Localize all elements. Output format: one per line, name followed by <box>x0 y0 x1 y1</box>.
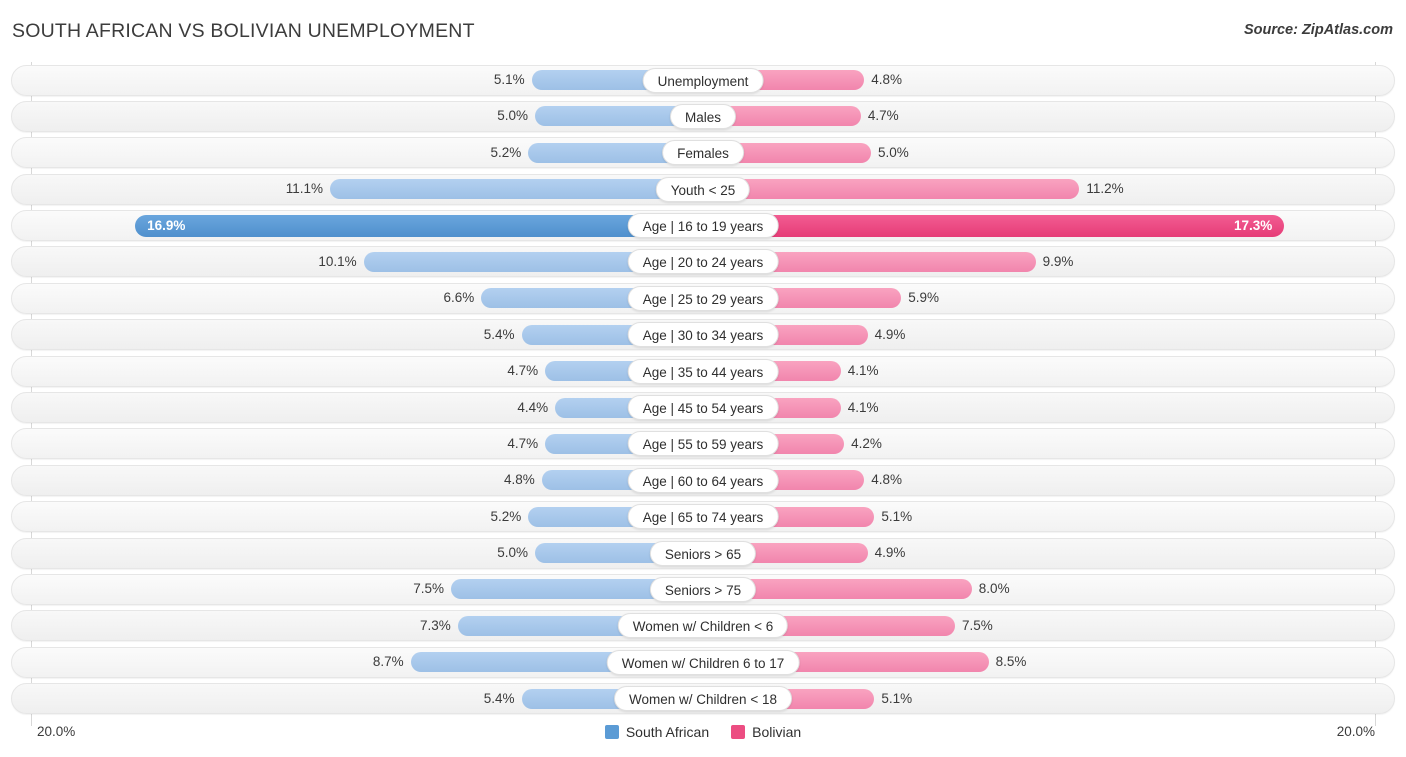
legend-swatch-icon <box>731 725 746 739</box>
category-label-pill: Age | 20 to 24 years <box>627 249 779 275</box>
value-label-south-african: 10.1% <box>318 253 357 269</box>
value-label-south-african: 5.0% <box>497 545 528 561</box>
bar-row: 16.9% 17.3% Age | 16 to 19 years <box>0 208 1406 244</box>
chart-header: SOUTH AFRICAN VS BOLIVIAN UNEMPLOYMENT S… <box>0 0 1406 60</box>
value-label-bolivian: 5.9% <box>908 290 940 306</box>
legend-swatch-icon <box>604 725 619 739</box>
value-label-south-african: 5.0% <box>497 108 528 124</box>
category-label-pill: Age | 35 to 44 years <box>627 358 779 384</box>
legend-item[interactable]: South African <box>604 724 710 740</box>
category-label-pill: Females <box>662 140 744 166</box>
category-label-pill: Age | 30 to 34 years <box>627 322 779 348</box>
bar-south-african <box>330 179 703 200</box>
category-label-pill: Males <box>669 103 737 129</box>
value-label-bolivian: 17.3% <box>1233 217 1273 233</box>
value-label-south-african: 5.2% <box>490 144 522 160</box>
bar-row: 7.3% 7.5% Women w/ Children < 6 <box>0 608 1406 644</box>
value-label-south-african: 4.4% <box>517 399 549 415</box>
value-label-bolivian: 4.1% <box>847 363 879 379</box>
category-label-pill: Women w/ Children < 18 <box>614 686 792 712</box>
bar-row: 5.2% 5.1% Age | 65 to 74 years <box>0 499 1406 535</box>
value-label-bolivian: 4.1% <box>847 399 879 415</box>
bar-row: 6.6% 5.9% Age | 25 to 29 years <box>0 280 1406 316</box>
legend-label: South African <box>625 724 710 740</box>
category-label-pill: Seniors > 65 <box>649 540 757 566</box>
category-label-pill: Women w/ Children 6 to 17 <box>606 649 800 675</box>
value-label-bolivian: 4.8% <box>871 472 903 488</box>
category-label-pill: Youth < 25 <box>655 176 751 202</box>
value-label-south-african: 4.7% <box>507 363 539 379</box>
value-label-bolivian: 4.9% <box>874 545 906 561</box>
value-label-south-african: 5.4% <box>483 690 515 706</box>
category-label-pill: Age | 45 to 54 years <box>627 395 779 421</box>
bar-rows-container: 5.1% 4.8% Unemployment 5.0% 4.7% Males 5.2% 5.0… <box>0 62 1406 717</box>
chart-page: SOUTH AFRICAN VS BOLIVIAN UNEMPLOYMENT S… <box>0 0 1406 757</box>
value-label-bolivian: 7.5% <box>962 617 993 633</box>
category-label-pill: Age | 16 to 19 years <box>627 213 779 239</box>
value-label-south-african: 16.9% <box>147 217 186 233</box>
value-label-south-african: 7.5% <box>413 581 444 597</box>
category-label-pill: Women w/ Children < 6 <box>617 613 789 639</box>
bar-row: 4.7% 4.2% Age | 55 to 59 years <box>0 426 1406 462</box>
bar-row: 4.7% 4.1% Age | 35 to 44 years <box>0 353 1406 389</box>
value-label-bolivian: 11.2% <box>1086 181 1124 197</box>
value-label-bolivian: 8.5% <box>995 654 1027 670</box>
category-label-pill: Seniors > 75 <box>649 576 757 602</box>
category-label-pill: Unemployment <box>642 67 764 93</box>
value-label-south-african: 5.2% <box>490 508 522 524</box>
value-label-bolivian: 4.7% <box>867 108 899 124</box>
value-label-bolivian: 5.1% <box>881 508 913 524</box>
value-label-south-african: 5.4% <box>483 326 515 342</box>
bar-row: 4.8% 4.8% Age | 60 to 64 years <box>0 462 1406 498</box>
chart-footer: 20.0% 20.0% South African Bolivian <box>0 718 1406 757</box>
chart-plot-area: 5.1% 4.8% Unemployment 5.0% 4.7% Males 5.2% 5.0… <box>0 62 1406 726</box>
chart-legend: South African Bolivian <box>0 724 1406 740</box>
value-label-bolivian: 8.0% <box>978 581 1010 597</box>
bar-row: 11.1% 11.2% Youth < 25 <box>0 171 1406 207</box>
value-label-south-african: 6.6% <box>443 290 475 306</box>
value-label-south-african: 7.3% <box>419 617 451 633</box>
bar-south-african <box>135 214 703 237</box>
bar-row: 5.4% 5.1% Women w/ Children < 18 <box>0 681 1406 717</box>
bar-row: 5.0% 4.9% Seniors > 65 <box>0 535 1406 571</box>
value-label-south-african: 8.7% <box>372 654 404 670</box>
value-label-south-african: 5.1% <box>493 72 525 87</box>
bar-row: 7.5% 8.0% Seniors > 75 <box>0 571 1406 607</box>
value-label-bolivian: 4.2% <box>851 435 882 451</box>
category-label-pill: Age | 65 to 74 years <box>627 504 779 530</box>
bar-row: 8.7% 8.5% Women w/ Children 6 to 17 <box>0 644 1406 680</box>
bar-row: 4.4% 4.1% Age | 45 to 54 years <box>0 390 1406 426</box>
bar-row: 5.0% 4.7% Males <box>0 98 1406 134</box>
value-label-south-african: 11.1% <box>285 181 324 197</box>
value-label-bolivian: 4.8% <box>871 72 903 87</box>
bar-bolivian <box>703 214 1285 237</box>
legend-label: Bolivian <box>752 724 802 740</box>
value-label-bolivian: 9.9% <box>1042 253 1074 269</box>
value-label-south-african: 4.7% <box>507 435 539 451</box>
bar-row: 5.4% 4.9% Age | 30 to 34 years <box>0 317 1406 353</box>
bar-row: 10.1% 9.9% Age | 20 to 24 years <box>0 244 1406 280</box>
source-attribution: Source: ZipAtlas.com <box>1243 22 1393 38</box>
category-label-pill: Age | 25 to 29 years <box>627 285 779 311</box>
bar-bolivian <box>703 179 1080 200</box>
value-label-bolivian: 5.1% <box>881 690 913 706</box>
category-label-pill: Age | 60 to 64 years <box>627 467 779 493</box>
legend-item[interactable]: Bolivian <box>731 724 801 740</box>
category-label-pill: Age | 55 to 59 years <box>627 431 779 457</box>
value-label-bolivian: 5.0% <box>878 144 909 160</box>
bar-row: 5.2% 5.0% Females <box>0 135 1406 171</box>
page-title: SOUTH AFRICAN VS BOLIVIAN UNEMPLOYMENT <box>12 20 475 42</box>
value-label-bolivian: 4.9% <box>874 326 906 342</box>
value-label-south-african: 4.8% <box>503 472 535 488</box>
bar-row: 5.1% 4.8% Unemployment <box>0 62 1406 98</box>
